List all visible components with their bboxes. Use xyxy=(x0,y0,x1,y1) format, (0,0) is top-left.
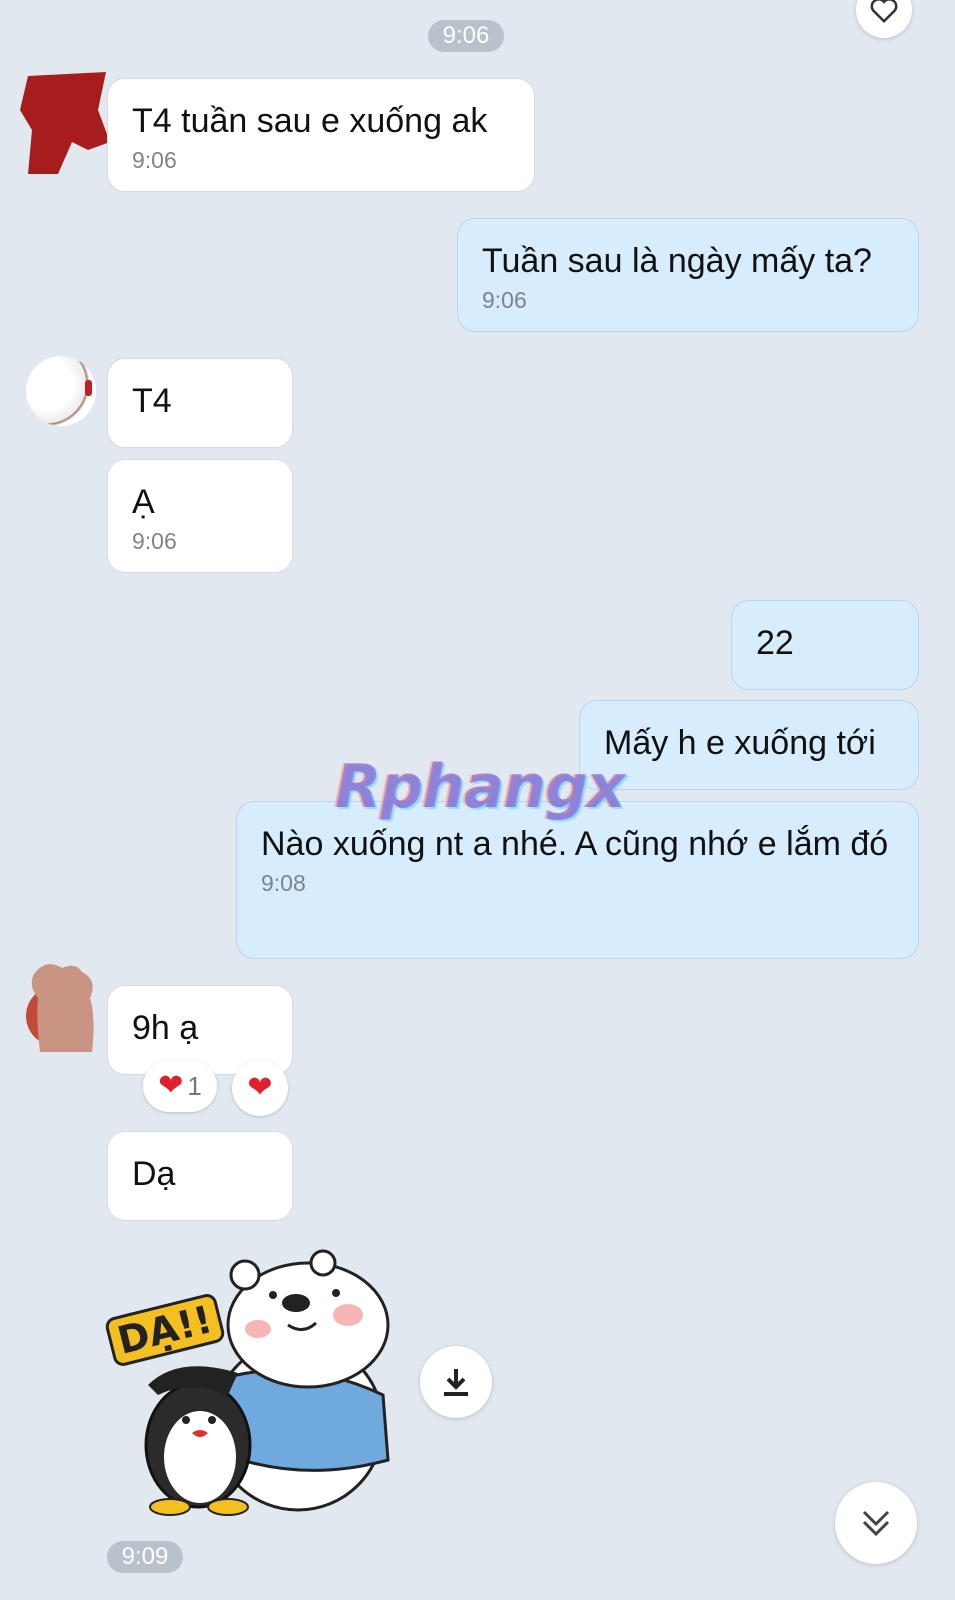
incoming-message[interactable]: Ạ 9:06 xyxy=(107,459,293,573)
message-text: Ạ xyxy=(132,483,155,521)
message-time: 9:09 xyxy=(107,1541,183,1573)
heart-outline-icon xyxy=(870,0,898,24)
message-time: 9:08 xyxy=(261,870,306,896)
message-text: Dạ xyxy=(132,1155,176,1193)
message-time: 9:06 xyxy=(132,147,177,173)
sticker[interactable]: DẠ!! xyxy=(103,1245,408,1520)
time-divider: 9:06 xyxy=(428,20,504,52)
message-text: Tuần sau là ngày mấy ta? xyxy=(482,242,872,280)
double-chevron-down-icon xyxy=(862,1510,890,1537)
avatar[interactable] xyxy=(26,958,98,1052)
incoming-message[interactable]: T4 tuần sau e xuống ak 9:06 xyxy=(107,78,535,192)
reaction-count: 1 xyxy=(187,1070,202,1101)
avatar[interactable] xyxy=(18,70,108,178)
download-icon xyxy=(444,1369,468,1396)
message-text: Nào xuống nt a nhé. A cũng nhớ e lắm đó xyxy=(261,825,889,863)
outgoing-message[interactable]: Tuần sau là ngày mấy ta? 9:06 xyxy=(457,218,919,332)
heart-icon: ❤ xyxy=(158,1069,184,1102)
outgoing-message[interactable]: 22 xyxy=(731,600,919,690)
incoming-message[interactable]: Dạ xyxy=(107,1131,293,1221)
add-reaction-button[interactable]: ❤ xyxy=(232,1060,288,1116)
watermark-logo: Rphangx xyxy=(335,752,626,822)
reaction-summary[interactable]: ❤ 1 xyxy=(143,1060,217,1112)
message-text: Mấy h e xuống tới xyxy=(604,724,876,762)
like-button[interactable] xyxy=(856,0,912,38)
heart-icon: ❤ xyxy=(247,1071,273,1104)
message-text: T4 xyxy=(132,382,172,420)
message-time: 9:06 xyxy=(482,287,527,313)
outgoing-message[interactable]: Nào xuống nt a nhé. A cũng nhớ e lắm đó … xyxy=(236,801,919,959)
outgoing-message[interactable]: Mấy h e xuống tới xyxy=(579,700,919,790)
download-sticker-button[interactable] xyxy=(420,1346,492,1418)
message-text: T4 tuần sau e xuống ak xyxy=(132,102,488,140)
incoming-message[interactable]: T4 xyxy=(107,358,293,448)
message-text: 22 xyxy=(756,624,794,662)
scroll-to-bottom-button[interactable] xyxy=(835,1482,917,1564)
avatar[interactable] xyxy=(26,356,96,426)
message-text: 9h ạ xyxy=(132,1009,199,1047)
message-time: 9:06 xyxy=(132,528,177,554)
